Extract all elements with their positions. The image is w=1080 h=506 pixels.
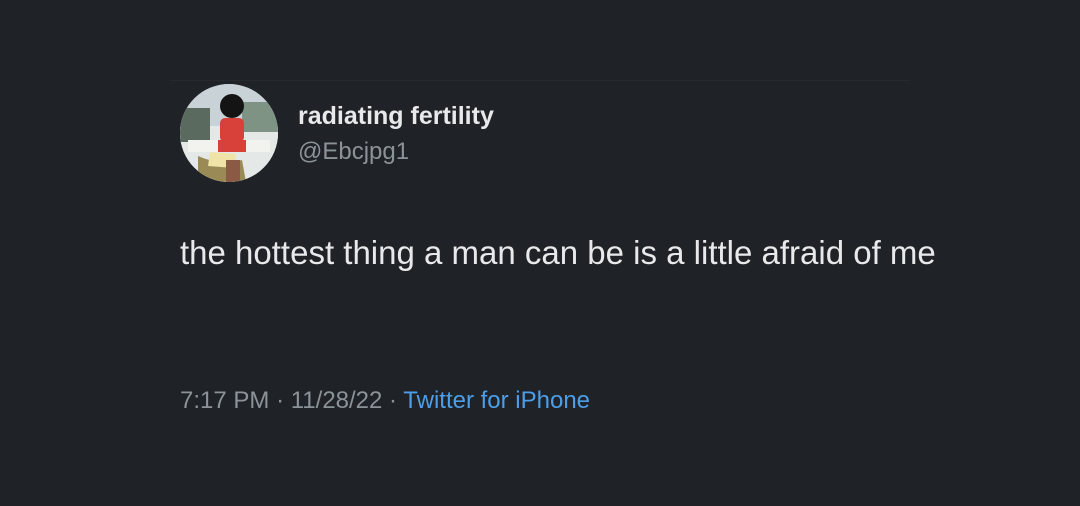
avatar[interactable] (180, 84, 278, 182)
avatar-photo (180, 84, 278, 182)
separator-dot: · (276, 387, 285, 414)
divider (170, 80, 910, 81)
tweet-source-link[interactable]: Twitter for iPhone (403, 387, 590, 414)
user-handle[interactable]: @Ebcjpg1 (298, 136, 409, 168)
separator-dot: · (389, 387, 398, 414)
tweet-time[interactable]: 7:17 PM (180, 387, 269, 414)
display-name[interactable]: radiating fertility (298, 100, 494, 132)
tweet-metadata: 7:17 PM · 11/28/22 · Twitter for iPhone (180, 384, 590, 418)
tweet-card: radiating fertility @Ebcjpg1 the hottest… (0, 0, 1080, 506)
tweet-text: the hottest thing a man can be is a litt… (180, 234, 936, 271)
tweet-date[interactable]: 11/28/22 (291, 387, 383, 414)
